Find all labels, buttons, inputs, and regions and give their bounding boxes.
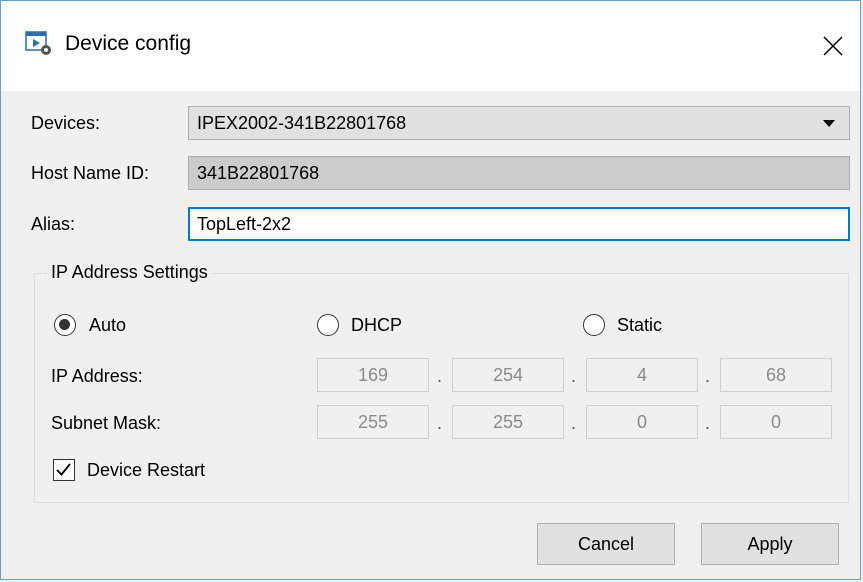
- host-name-id-field: 341B22801768: [188, 156, 850, 190]
- devices-dropdown[interactable]: IPEX2002-341B22801768: [188, 106, 850, 140]
- play-config-icon: [25, 31, 51, 55]
- subnet-octet-4[interactable]: 0: [720, 405, 832, 439]
- dropdown-arrow-icon: [823, 120, 835, 127]
- radio-selected-dot: [59, 319, 70, 330]
- cancel-button[interactable]: Cancel: [537, 523, 675, 565]
- subnet-separator: .: [437, 413, 443, 433]
- apply-button[interactable]: Apply: [701, 523, 839, 565]
- device-config-dialog: Device config Devices: IPEX2002-341B2280…: [0, 0, 861, 580]
- subnet-mask-label: Subnet Mask:: [51, 413, 162, 433]
- ip-address-settings-title: IP Address Settings: [47, 262, 212, 283]
- radio-static[interactable]: [583, 314, 605, 336]
- ip-octet-4[interactable]: 68: [720, 358, 832, 392]
- subnet-octet-1[interactable]: 255: [317, 405, 429, 439]
- title-bar[interactable]: Device config: [1, 1, 860, 91]
- ip-separator: .: [437, 366, 443, 386]
- radio-auto-label: Auto: [89, 315, 127, 335]
- ip-address-label: IP Address:: [51, 366, 143, 386]
- radio-auto[interactable]: [54, 314, 76, 336]
- radio-dhcp-label: DHCP: [351, 315, 403, 335]
- subnet-separator: .: [705, 413, 711, 433]
- alias-input[interactable]: [188, 207, 850, 241]
- ip-octet-2[interactable]: 254: [452, 358, 564, 392]
- ip-octet-1[interactable]: 169: [317, 358, 429, 392]
- ip-separator: .: [705, 366, 711, 386]
- alias-label: Alias:: [31, 214, 76, 234]
- close-icon[interactable]: [812, 23, 852, 67]
- devices-label: Devices:: [31, 113, 101, 133]
- ip-octet-3[interactable]: 4: [586, 358, 698, 392]
- radio-dhcp[interactable]: [317, 314, 339, 336]
- device-restart-label: Device Restart: [87, 460, 206, 480]
- host-name-id-label: Host Name ID:: [31, 163, 150, 183]
- subnet-octet-3[interactable]: 0: [586, 405, 698, 439]
- device-restart-checkbox[interactable]: [53, 459, 75, 481]
- radio-static-label: Static: [617, 315, 663, 335]
- ip-separator: .: [571, 366, 577, 386]
- devices-selected-value: IPEX2002-341B22801768: [197, 113, 407, 133]
- window-title: Device config: [65, 32, 192, 55]
- subnet-octet-2[interactable]: 255: [452, 405, 564, 439]
- checkmark-icon: [56, 463, 71, 476]
- subnet-separator: .: [571, 413, 577, 433]
